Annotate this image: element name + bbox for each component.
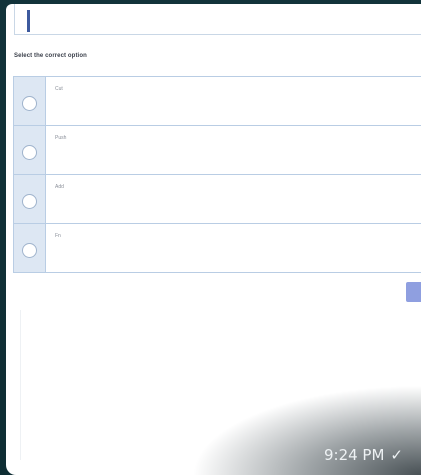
- text-caret: [27, 10, 30, 32]
- chat-frame: Select the correct option Cut Push Add F…: [0, 0, 421, 475]
- question-prompt: Select the correct option: [14, 53, 87, 59]
- option-label: Cut: [55, 86, 63, 92]
- next-button[interactable]: [406, 282, 421, 302]
- radio-cell: [14, 175, 46, 223]
- option-label: Push: [55, 135, 67, 141]
- check-icon: ✓: [390, 446, 403, 464]
- option-label: Add: [55, 184, 64, 190]
- radio-button[interactable]: [22, 193, 37, 209]
- radio-button[interactable]: [22, 144, 37, 160]
- screenshot-page: Select the correct option Cut Push Add F…: [6, 4, 421, 475]
- radio-button[interactable]: [22, 95, 37, 111]
- time-label: 9:24 PM: [323, 446, 385, 464]
- radio-button[interactable]: [22, 242, 37, 258]
- radio-cell: [14, 224, 46, 272]
- option-row[interactable]: Push: [13, 125, 421, 175]
- message-timestamp: 9:24 PM ✓: [324, 446, 403, 464]
- option-label: Fn: [55, 233, 61, 239]
- option-row[interactable]: Cut: [13, 76, 421, 126]
- option-row[interactable]: Fn: [13, 223, 421, 273]
- options-list: Cut Push Add Fn: [13, 76, 421, 273]
- radio-cell: [14, 126, 46, 174]
- radio-cell: [14, 77, 46, 125]
- option-row[interactable]: Add: [13, 174, 421, 224]
- answer-input[interactable]: [14, 4, 421, 35]
